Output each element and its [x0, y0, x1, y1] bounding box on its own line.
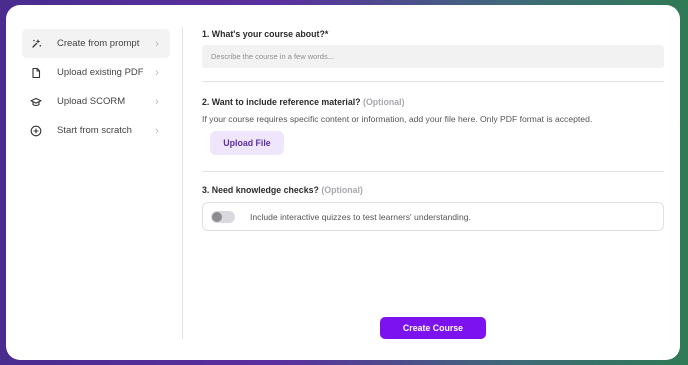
document-icon	[30, 67, 42, 79]
sidebar-item-label: Start from scratch	[57, 125, 132, 136]
question-title-text: 2. Want to include reference material?	[202, 97, 361, 107]
question-title-text: 3. Need knowledge checks?	[202, 185, 319, 195]
section-divider	[202, 171, 664, 172]
quiz-toggle-row: Include interactive quizzes to test lear…	[202, 202, 664, 231]
section-divider	[202, 81, 664, 82]
sidebar-item-start-from-scratch[interactable]: Start from scratch ›	[22, 116, 170, 145]
reference-material-description: If your course requires specific content…	[202, 114, 593, 124]
plus-circle-icon	[30, 125, 42, 137]
course-topic-input[interactable]	[202, 45, 664, 68]
sidebar-item-label: Create from prompt	[57, 38, 140, 49]
quiz-toggle[interactable]	[211, 210, 235, 223]
question-knowledge-checks-title: 3. Need knowledge checks? (Optional)	[202, 185, 363, 195]
toggle-knob	[212, 211, 222, 222]
sidebar-item-upload-pdf[interactable]: Upload existing PDF ›	[22, 58, 170, 87]
sparkles-icon	[30, 38, 42, 50]
sidebar-item-label: Upload existing PDF	[57, 67, 144, 78]
graduation-cap-icon	[30, 96, 42, 108]
create-course-modal: Create from prompt › Upload existing PDF…	[6, 5, 680, 360]
quiz-toggle-label: Include interactive quizzes to test lear…	[250, 211, 471, 222]
chevron-right-icon: ›	[155, 124, 159, 137]
vertical-divider	[182, 27, 183, 339]
optional-label: (Optional)	[363, 97, 405, 107]
create-course-button[interactable]: Create Course	[380, 317, 486, 339]
sidebar-item-upload-scorm[interactable]: Upload SCORM ›	[22, 87, 170, 116]
upload-file-button[interactable]: Upload File	[210, 131, 284, 155]
chevron-right-icon: ›	[155, 66, 159, 79]
question-reference-material-title: 2. Want to include reference material? (…	[202, 97, 405, 107]
optional-label: (Optional)	[321, 185, 363, 195]
chevron-right-icon: ›	[155, 37, 159, 50]
sidebar-item-create-from-prompt[interactable]: Create from prompt ›	[22, 29, 170, 58]
sidebar: Create from prompt › Upload existing PDF…	[22, 29, 170, 145]
sidebar-item-label: Upload SCORM	[57, 96, 126, 107]
chevron-right-icon: ›	[155, 95, 159, 108]
question-course-topic-title: 1. What's your course about?*	[202, 29, 329, 39]
